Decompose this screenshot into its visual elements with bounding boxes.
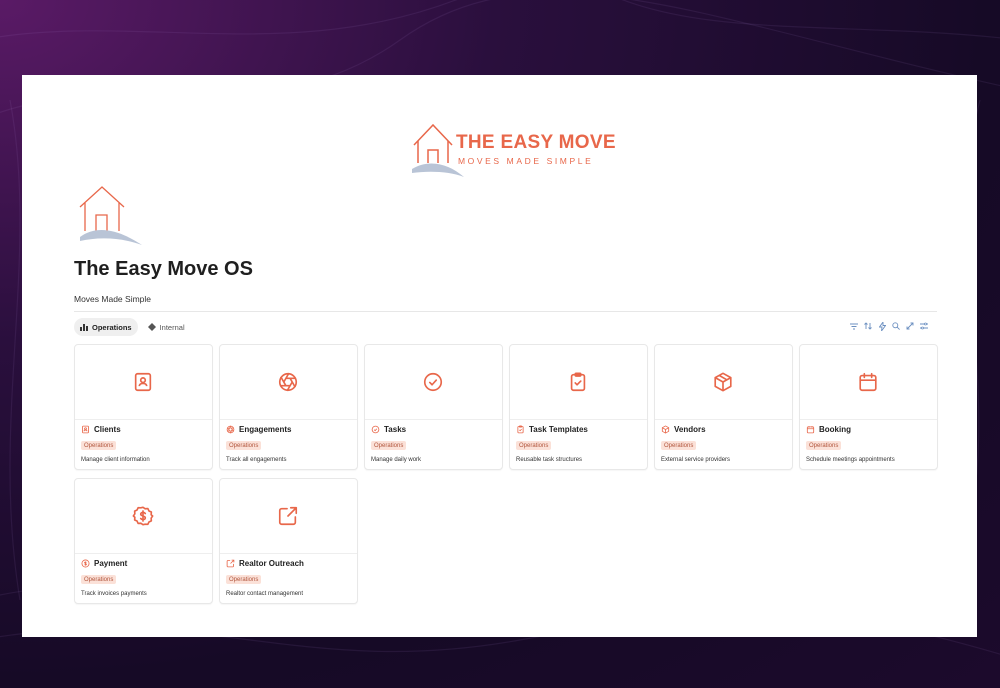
external-link-icon (279, 506, 298, 526)
aperture-icon (279, 372, 298, 392)
clipboard-check-icon (517, 425, 524, 434)
card-tag: Operations (81, 575, 117, 584)
tab-label: Internal (159, 322, 185, 332)
card-title-label: Vendors (674, 425, 706, 434)
brand-banner: THE EASY MOVE MOVES MADE SIMPLE (408, 119, 628, 179)
card-vendors[interactable]: Vendors Operations External service prov… (654, 344, 793, 470)
sort-icon[interactable] (864, 321, 872, 331)
card-title-label: Engagements (239, 425, 292, 434)
card-clients[interactable]: Clients Operations Manage client informa… (74, 344, 213, 470)
calendar-icon (806, 426, 815, 434)
card-cover (75, 345, 212, 420)
notion-page: THE EASY MOVE MOVES MADE SIMPLE The Easy… (22, 75, 977, 637)
aperture-icon (226, 425, 235, 434)
card-title-label: Task Templates (529, 425, 588, 434)
clipboard-check-icon (571, 372, 586, 392)
filter-icon[interactable] (850, 321, 858, 331)
card-description: Manage client information (81, 457, 150, 463)
card-description: Reusable task structures (516, 457, 583, 463)
external-link-icon (226, 559, 235, 568)
dollar-badge-icon (132, 506, 154, 526)
card-title: Booking (806, 425, 851, 434)
page-subtitle: Moves Made Simple (74, 294, 152, 304)
card-description: Schedule meetings appointments (806, 457, 895, 463)
settings-icon[interactable] (920, 321, 928, 331)
contact-book-icon (82, 425, 89, 434)
view-tabs: Operations Internal (74, 318, 191, 336)
house-logo-icon (79, 186, 142, 245)
brand-tagline: MOVES MADE SIMPLE (458, 156, 594, 166)
tab-internal[interactable]: Internal (142, 318, 191, 336)
card-title-label: Realtor Outreach (239, 559, 304, 568)
package-icon (714, 372, 732, 392)
card-title-label: Booking (819, 425, 851, 434)
bar-chart-icon (80, 324, 88, 331)
gallery-grid: Clients Operations Manage client informa… (74, 344, 938, 604)
card-description: Realtor contact management (226, 591, 304, 597)
brand-name: THE EASY MOVE (456, 132, 616, 153)
card-title: Realtor Outreach (226, 559, 304, 568)
contact-book-icon (135, 372, 152, 392)
check-circle-icon (424, 372, 443, 392)
calendar-icon (859, 372, 877, 392)
card-title: Engagements (226, 425, 291, 434)
diamond-icon (147, 323, 156, 331)
card-tag: Operations (226, 441, 262, 450)
card-tag: Operations (371, 441, 407, 450)
check-circle-icon (371, 425, 380, 434)
card-task-templates[interactable]: Task Templates Operations Reusable task … (509, 344, 648, 470)
card-engagements[interactable]: Engagements Operations Track all engagem… (219, 344, 358, 470)
expand-icon[interactable] (906, 321, 914, 331)
card-title: Payment (81, 559, 127, 568)
card-title: Vendors (661, 425, 706, 434)
card-cover (75, 479, 212, 554)
card-cover (365, 345, 502, 420)
page-title: The Easy Move OS (74, 258, 253, 280)
tab-label: Operations (92, 322, 132, 332)
search-icon[interactable] (892, 321, 900, 331)
card-title-label: Clients (94, 425, 121, 434)
card-description: External service providers (661, 457, 731, 463)
card-payment[interactable]: Payment Operations Track invoices paymen… (74, 478, 213, 604)
card-title-label: Tasks (384, 425, 407, 434)
dollar-badge-icon (81, 559, 90, 568)
card-cover (510, 345, 647, 420)
card-realtor-outreach[interactable]: Realtor Outreach Operations Realtor cont… (219, 478, 358, 604)
card-description: Manage daily work (371, 457, 422, 463)
card-description: Track invoices payments (81, 591, 147, 597)
card-title: Tasks (371, 425, 406, 434)
card-tag: Operations (226, 575, 262, 584)
page-icon[interactable] (72, 179, 144, 251)
card-tag: Operations (81, 441, 117, 450)
package-icon (661, 425, 670, 434)
card-cover (220, 345, 357, 420)
card-description: Track all engagements (226, 457, 287, 463)
card-title-label: Payment (94, 559, 128, 568)
card-tag: Operations (516, 441, 552, 450)
tab-operations[interactable]: Operations (74, 318, 138, 336)
card-tasks[interactable]: Tasks Operations Manage daily work (364, 344, 503, 470)
card-tag: Operations (661, 441, 697, 450)
divider (74, 311, 937, 312)
card-cover (220, 479, 357, 554)
card-title: Clients (81, 425, 121, 434)
card-cover (655, 345, 792, 420)
card-tag: Operations (806, 441, 842, 450)
card-booking[interactable]: Booking Operations Schedule meetings app… (799, 344, 938, 470)
view-toolbar (850, 321, 928, 331)
card-cover (800, 345, 937, 420)
lightning-icon[interactable] (878, 321, 886, 331)
card-title: Task Templates (516, 425, 588, 434)
